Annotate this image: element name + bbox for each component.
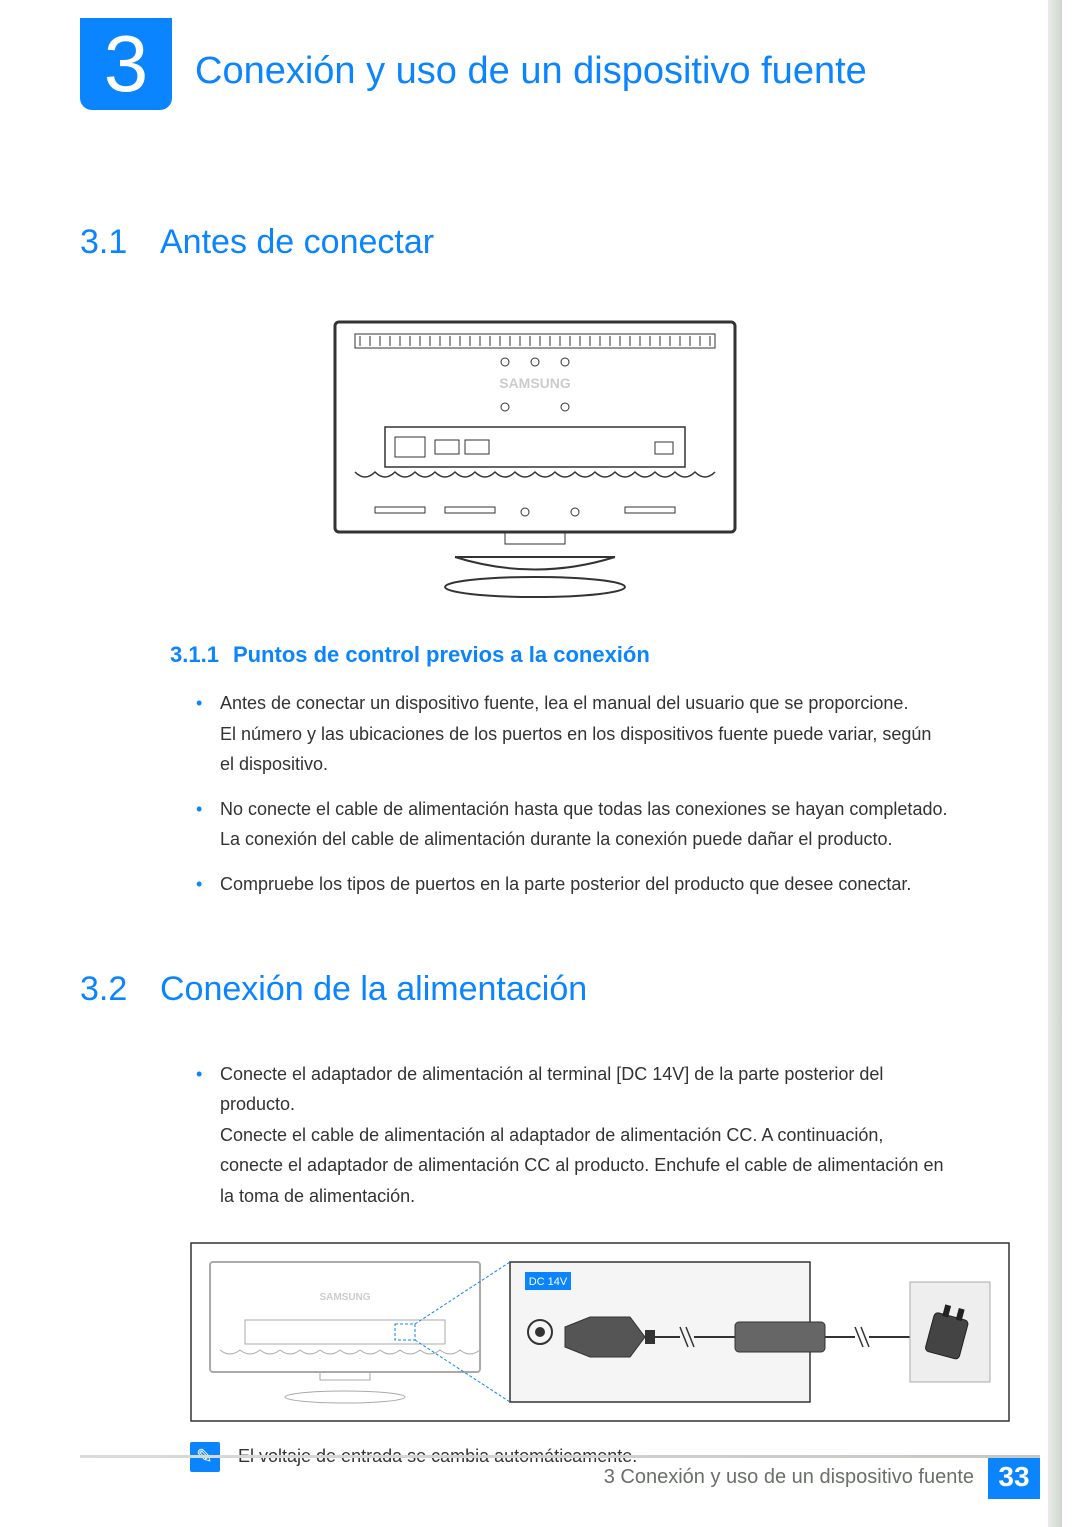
section-3-1-heading: 3.1Antes de conectar — [80, 223, 990, 262]
bullet-main: Conecte el adaptador de alimentación al … — [220, 1064, 883, 1115]
chapter-title: Conexión y uso de un dispositivo fuente — [80, 28, 1080, 93]
subsection-number: 3.1.1 — [170, 642, 219, 667]
list-item: Conecte el adaptador de alimentación al … — [190, 1059, 950, 1212]
bullet-sub: Conecte el cable de alimentación al adap… — [220, 1120, 950, 1212]
page-side-bar — [1048, 0, 1062, 1527]
subsection-3-1-1-heading: 3.1.1 Puntos de control previos a la cone… — [170, 642, 990, 668]
footer-divider — [80, 1455, 1040, 1458]
bullet-sub: La conexión del cable de alimentación du… — [220, 824, 950, 855]
list-item: Compruebe los tipos de puertos en la par… — [190, 869, 950, 900]
chapter-header: 3 Conexión y uso de un dispositivo fuent… — [0, 0, 1080, 93]
chapter-number-badge: 3 — [80, 18, 172, 110]
svg-text:DC 14V: DC 14V — [529, 1276, 568, 1288]
section-number: 3.1 — [80, 223, 160, 262]
page-number: 33 — [988, 1455, 1040, 1499]
svg-text:SAMSUNG: SAMSUNG — [499, 375, 571, 391]
power-connection-diagram: SAMSUNG DC 14V — [190, 1242, 1010, 1422]
bullet-main: Antes de conectar un dispositivo fuente,… — [220, 693, 908, 713]
list-item: No conecte el cable de alimentación hast… — [190, 794, 950, 855]
subsection-title: Puntos de control previos a la conexión — [233, 642, 650, 667]
bullet-list-3-1-1: Antes de conectar un dispositivo fuente,… — [190, 688, 950, 900]
bullet-list-3-2: Conecte el adaptador de alimentación al … — [190, 1059, 950, 1212]
section-title: Antes de conectar — [160, 223, 434, 261]
monitor-back-diagram: SAMSUNG — [325, 312, 745, 612]
bullet-main: No conecte el cable de alimentación hast… — [220, 799, 947, 819]
chapter-number: 3 — [104, 24, 149, 104]
list-item: Antes de conectar un dispositivo fuente,… — [190, 688, 950, 780]
page-content: 3.1Antes de conectar SAMSUNG 3.1.1 Puntos… — [0, 93, 1080, 1472]
page-footer: 3 Conexión y uso de un dispositivo fuent… — [80, 1455, 1040, 1499]
bullet-main: Compruebe los tipos de puertos en la par… — [220, 874, 911, 894]
footer-chapter-text: 3 Conexión y uso de un dispositivo fuent… — [604, 1466, 974, 1489]
section-number: 3.2 — [80, 970, 160, 1009]
section-3-2-heading: 3.2Conexión de la alimentación — [80, 970, 990, 1009]
section-title: Conexión de la alimentación — [160, 970, 587, 1008]
bullet-sub: El número y las ubicaciones de los puert… — [220, 719, 950, 780]
svg-text:SAMSUNG: SAMSUNG — [319, 1292, 370, 1303]
